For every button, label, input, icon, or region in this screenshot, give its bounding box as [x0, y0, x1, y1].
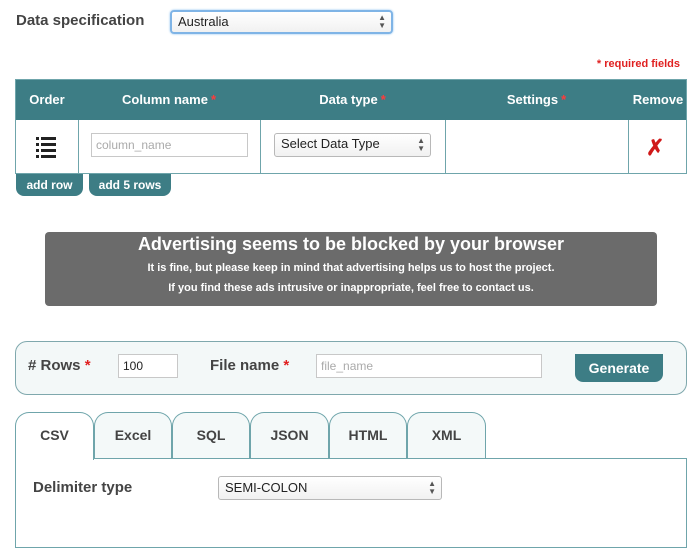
file-name-input[interactable]: file_name: [316, 354, 542, 378]
tab-json[interactable]: JSON: [250, 412, 329, 459]
tab-xml[interactable]: XML: [407, 412, 486, 459]
up-down-arrows-icon: ▲ ▼: [428, 479, 436, 496]
country-select-value: Australia: [178, 14, 229, 29]
up-down-arrows-icon: ▲ ▼: [417, 136, 425, 153]
country-select[interactable]: Australia ▲ ▼: [170, 10, 393, 34]
column-divider: [445, 120, 446, 173]
csv-options-panel: Delimiter type SEMI-COLON ▲ ▼: [15, 458, 687, 548]
up-down-arrows-icon: ▲ ▼: [378, 13, 386, 30]
add-5-rows-button[interactable]: add 5 rows: [89, 174, 171, 196]
remove-x-icon[interactable]: ✗: [646, 135, 664, 161]
data-type-select[interactable]: Select Data Type ▲ ▼: [274, 133, 431, 157]
header-column-name: Column name *: [121, 92, 217, 107]
tab-csv[interactable]: CSV: [15, 412, 94, 460]
data-type-value: Select Data Type: [281, 136, 380, 151]
tab-sql[interactable]: SQL: [172, 412, 250, 459]
tab-html[interactable]: HTML: [329, 412, 407, 459]
header-order: Order: [29, 92, 65, 107]
generate-button[interactable]: Generate: [575, 354, 663, 382]
rows-label: # Rows *: [28, 357, 91, 374]
column-spec-table: Order Column name * Data type * Settings * …: [15, 79, 687, 174]
header-settings: Settings *: [506, 92, 567, 107]
header-data-type: Data type *: [319, 92, 386, 107]
adblock-line-2: If you find these ads intrusive or inapp…: [168, 282, 534, 294]
column-divider: [628, 120, 629, 173]
tab-excel[interactable]: Excel: [94, 412, 172, 459]
header-remove: Remove: [632, 92, 684, 107]
file-name-placeholder: file_name: [321, 359, 374, 373]
column-name-placeholder: column_name: [96, 138, 172, 152]
table-header: Order Column name * Data type * Settings * …: [16, 80, 686, 120]
delimiter-value: SEMI-COLON: [225, 480, 308, 495]
required-fields-note: * required fields: [596, 58, 680, 70]
adblock-title: Advertising seems to be blocked by your …: [137, 234, 565, 254]
generate-panel: # Rows * 100 File name * file_name Gener…: [15, 341, 687, 395]
delimiter-type-label: Delimiter type: [33, 479, 133, 496]
rows-input[interactable]: 100: [118, 354, 178, 378]
delimiter-select[interactable]: SEMI-COLON ▲ ▼: [218, 476, 442, 500]
column-divider: [260, 120, 261, 173]
add-row-button[interactable]: add row: [16, 174, 83, 196]
column-name-input[interactable]: column_name: [91, 133, 248, 157]
file-name-label: File name *: [210, 357, 290, 374]
data-specification-label: Data specification: [16, 12, 145, 29]
drag-handle-icon[interactable]: [36, 136, 56, 158]
rows-value: 100: [123, 359, 144, 373]
adblock-line-1: It is fine, but please keep in mind that…: [147, 262, 555, 274]
column-divider: [78, 120, 79, 173]
adblock-notice: Advertising seems to be blocked by your …: [45, 232, 657, 306]
